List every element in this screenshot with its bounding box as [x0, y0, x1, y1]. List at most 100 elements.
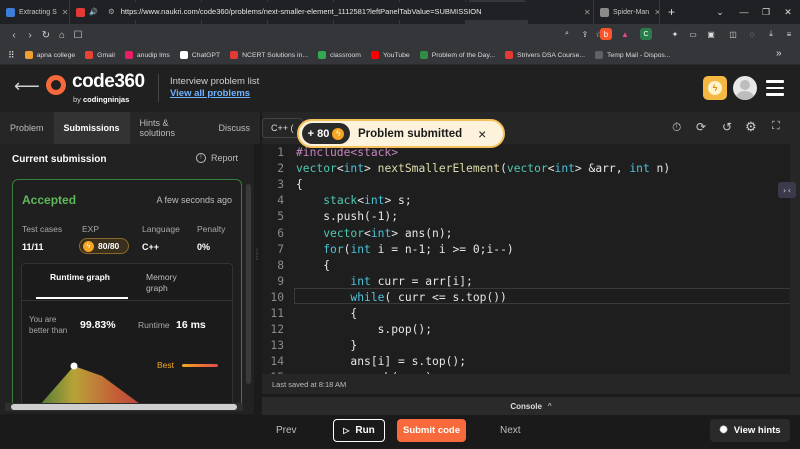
code-line[interactable]: vector<int> ans(n); — [296, 227, 452, 240]
share-icon[interactable]: ⇪ — [578, 27, 592, 41]
editor-scrollbar[interactable] — [790, 144, 800, 374]
code-line[interactable]: int curr = arr[i]; — [296, 275, 472, 288]
bookmark-item[interactable]: NCERT Solutions in... — [230, 51, 308, 59]
bookmark-page-icon[interactable]: ☐ — [70, 30, 86, 41]
console-toggle[interactable]: Console ^ — [262, 397, 800, 415]
code-editor[interactable]: 1 #include<stack> 2 vector<int> nextSmaller… — [262, 144, 800, 374]
prev-button[interactable]: Prev — [276, 425, 297, 436]
bookmark-favicon-icon — [595, 51, 604, 59]
tab-submissions[interactable]: Submissions — [53, 112, 130, 144]
code-line[interactable]: ans[i] = s.top(); — [296, 355, 466, 368]
code-line[interactable]: s.pop(); — [296, 323, 432, 336]
line-number: 5 — [277, 210, 284, 224]
line-number: 9 — [277, 274, 284, 288]
collapse-panel-icon[interactable]: ›‹ — [778, 182, 796, 198]
toast-close-button[interactable]: × — [478, 126, 486, 142]
submission-time: A few seconds ago — [156, 195, 232, 205]
bookmark-item[interactable]: apna college — [24, 51, 75, 59]
hamburger-menu-icon[interactable] — [766, 77, 784, 97]
code-line[interactable]: for(int i = n-1; i >= 0;i--) — [296, 243, 513, 256]
next-button[interactable]: Next — [500, 425, 521, 436]
wallet-icon[interactable]: ▣ — [704, 27, 718, 41]
streak-button[interactable]: ϟ — [703, 76, 727, 100]
runtime-distribution-graph — [37, 362, 145, 408]
refresh-icon[interactable]: ⟳ — [696, 120, 706, 134]
extensions-puzzle-icon[interactable]: ✦ — [668, 27, 682, 41]
graph-box: Runtime graph Memory graph You are bette… — [21, 263, 233, 408]
tab-discuss[interactable]: Discuss — [208, 112, 260, 144]
tab-hints-solutions[interactable]: Hints & solutions — [130, 112, 209, 144]
url-field[interactable]: ⚙ https://www.naukri.com/code360/problem… — [100, 2, 582, 20]
line-number: 10 — [270, 290, 284, 304]
bookmark-item[interactable]: classroom — [317, 51, 361, 59]
panel-resize-handle[interactable]: ⁞ ⁞ — [256, 249, 260, 272]
code-line[interactable]: { — [296, 307, 357, 320]
apps-grid-icon[interactable]: ⠿ — [8, 50, 15, 61]
vpn-icon[interactable]: ◫ — [726, 27, 740, 41]
download-icon[interactable]: ⤓ — [764, 27, 778, 41]
line-number: 14 — [270, 355, 284, 369]
avatar[interactable] — [733, 76, 757, 100]
bookmark-item[interactable]: YouTube — [370, 51, 410, 59]
bookmarks-bar: ⠿ apna college Gmail anudip lms ChatGPT NCER… — [0, 46, 800, 65]
code-line[interactable]: stack<int> s; — [296, 194, 411, 207]
tab-close-icon[interactable]: ✕ — [62, 8, 69, 17]
timer-icon[interactable]: ⏱ — [672, 120, 681, 135]
back-arrow-icon[interactable]: ⟵ — [14, 76, 40, 97]
settings-icon[interactable]: ⚙ — [745, 119, 757, 135]
forward-icon[interactable]: › — [22, 30, 38, 41]
report-button[interactable]: ! Report — [196, 153, 238, 163]
bookmark-item[interactable]: Strivers DSA Course... — [505, 51, 585, 59]
tab-favicon-icon — [6, 7, 15, 17]
bookmark-label: classroom — [329, 51, 361, 59]
browser-tab[interactable]: Spider-Man ✕ — [594, 0, 660, 24]
view-hints-button[interactable]: ✺ View hints — [710, 419, 790, 442]
reload-icon[interactable]: ↻ — [38, 30, 54, 41]
bookmark-favicon-icon — [230, 51, 239, 59]
new-tab-button[interactable]: + — [660, 5, 683, 19]
submit-code-button[interactable]: Submit code — [397, 419, 466, 442]
rewards-icon[interactable]: ▲ — [618, 27, 632, 41]
menu-icon[interactable]: ≡ — [782, 27, 796, 41]
code-line[interactable]: } — [296, 339, 357, 352]
fullscreen-icon[interactable]: ⛶ — [772, 120, 780, 133]
sidebar-icon[interactable]: ▭ — [686, 27, 700, 41]
bookmark-item[interactable]: Temp Mail - Dispos... — [595, 51, 670, 59]
bookmark-label: Temp Mail - Dispos... — [607, 51, 671, 59]
penalty-label: Penalty — [197, 224, 226, 234]
bookmarks-more-button[interactable]: » — [776, 48, 782, 59]
header-divider — [158, 74, 159, 102]
line-number: 4 — [277, 194, 284, 208]
tab-problem[interactable]: Problem — [0, 112, 54, 144]
zoom-icon[interactable]: ⌕ — [560, 27, 574, 41]
horizontal-scrollbar[interactable] — [5, 403, 243, 411]
bookmark-label: ChatGPT — [191, 51, 221, 59]
site-info-icon[interactable]: ⚙ — [108, 7, 115, 16]
tab-close-icon[interactable]: ✕ — [654, 8, 659, 17]
leo-icon[interactable]: ◌ — [745, 27, 759, 41]
view-all-problems-link[interactable]: View all problems — [170, 88, 250, 99]
code-line[interactable]: while( curr <= s.top()) — [296, 291, 506, 304]
code-line[interactable]: { — [296, 259, 330, 272]
browser-tab[interactable]: Extracting S ✕ — [0, 0, 70, 24]
brave-shield-icon[interactable]: b — [600, 28, 612, 40]
bookmark-item[interactable]: Gmail — [85, 51, 115, 59]
back-icon[interactable]: ‹ — [6, 30, 22, 41]
extension-icon[interactable]: C — [640, 28, 652, 40]
tab-audio-icon[interactable]: 🔊 — [89, 8, 98, 16]
code360-logo[interactable]: code360 by codingninjas — [46, 71, 156, 105]
code-line[interactable]: vector<int> nextSmallerElement(vector<in… — [296, 162, 670, 175]
bookmark-item[interactable]: Problem of the Day... — [419, 51, 495, 59]
run-button[interactable]: ▷ Run — [333, 419, 385, 442]
language-value: C++ — [142, 242, 160, 252]
tab-close-icon[interactable]: ✕ — [584, 8, 591, 17]
line-number: 1 — [277, 146, 284, 159]
left-scrollbar[interactable] — [246, 184, 251, 384]
bookmark-item[interactable]: ChatGPT — [179, 51, 221, 59]
code-line[interactable]: s.push(-1); — [296, 210, 398, 223]
close-window-icon[interactable]: ✕ — [774, 0, 800, 24]
bookmark-item[interactable]: anudip lms — [124, 51, 170, 59]
reset-icon[interactable]: ↺ — [722, 120, 732, 134]
home-icon[interactable]: ⌂ — [54, 30, 70, 41]
code-line[interactable]: { — [296, 178, 303, 191]
